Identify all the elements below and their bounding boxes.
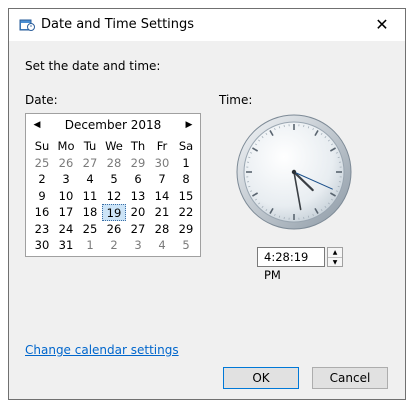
title-bar: Date and Time Settings ✕ bbox=[9, 9, 405, 41]
date-label: Date: bbox=[25, 93, 58, 107]
spin-up-button[interactable]: ▲ bbox=[328, 248, 342, 258]
calendar-day[interactable]: 31 bbox=[54, 237, 78, 254]
calendar-day[interactable]: 2 bbox=[102, 237, 126, 254]
calendar-grid: Su Mo Tu We Th Fr Sa 25 26 27 28 29 30 1 2 3 4 5 6 7 8 9 10 11 1… bbox=[30, 138, 198, 254]
weekday-label: Mo bbox=[57, 139, 75, 153]
chevron-right-icon: ▶ bbox=[185, 120, 193, 130]
close-button[interactable]: ✕ bbox=[359, 9, 405, 41]
calendar-day[interactable]: 29 bbox=[126, 155, 150, 172]
time-input[interactable]: 4:28:19 PM bbox=[257, 247, 325, 282]
calendar-day[interactable]: 4 bbox=[150, 237, 174, 254]
instruction-text: Set the date and time: bbox=[25, 59, 161, 73]
calendar-day[interactable]: 30 bbox=[30, 237, 54, 254]
calendar-day[interactable]: 1 bbox=[78, 237, 102, 254]
calendar-day[interactable]: 27 bbox=[126, 221, 150, 238]
calendar-week-row: 16 17 18 19 20 21 22 bbox=[30, 204, 198, 221]
calendar-day[interactable]: 29 bbox=[174, 221, 198, 238]
calendar-day[interactable]: 15 bbox=[174, 188, 198, 205]
weekday-label: Tu bbox=[83, 139, 97, 153]
calendar-day[interactable]: 30 bbox=[150, 155, 174, 172]
calendar-day[interactable]: 25 bbox=[30, 155, 54, 172]
calendar-day[interactable]: 17 bbox=[54, 204, 78, 221]
ok-button[interactable]: OK bbox=[223, 367, 299, 389]
calendar-day[interactable]: 10 bbox=[54, 188, 78, 205]
cancel-button[interactable]: Cancel bbox=[312, 367, 388, 389]
calendar-day[interactable]: 22 bbox=[174, 204, 198, 221]
analog-clock bbox=[236, 114, 352, 230]
calendar-day[interactable]: 9 bbox=[30, 188, 54, 205]
calendar-day[interactable]: 14 bbox=[150, 188, 174, 205]
calendar-day[interactable]: 4 bbox=[78, 171, 102, 188]
calendar: ◀ December 2018 ▶ Su Mo Tu We Th Fr Sa 25 26 27 28… bbox=[25, 113, 201, 257]
weekday-label: Fr bbox=[156, 139, 168, 153]
calendar-week-row: 23 24 25 26 27 28 29 bbox=[30, 221, 198, 238]
calendar-day[interactable]: 18 bbox=[78, 204, 102, 221]
calendar-day[interactable]: 5 bbox=[102, 171, 126, 188]
calendar-day[interactable]: 8 bbox=[174, 171, 198, 188]
next-month-button[interactable]: ▶ bbox=[182, 118, 196, 132]
calendar-day[interactable]: 21 bbox=[150, 204, 174, 221]
calendar-day[interactable]: 26 bbox=[102, 221, 126, 238]
calendar-clock-icon bbox=[19, 19, 35, 31]
calendar-day[interactable]: 25 bbox=[78, 221, 102, 238]
chevron-left-icon: ◀ bbox=[33, 120, 41, 130]
month-year-title[interactable]: December 2018 bbox=[46, 118, 180, 132]
window-title: Date and Time Settings bbox=[41, 17, 195, 32]
weekday-label: We bbox=[105, 139, 123, 153]
weekday-header-row: Su Mo Tu We Th Fr Sa bbox=[30, 138, 198, 155]
calendar-day[interactable]: 26 bbox=[54, 155, 78, 172]
calendar-day[interactable]: 13 bbox=[126, 188, 150, 205]
calendar-week-row: 25 26 27 28 29 30 1 bbox=[30, 155, 198, 172]
calendar-day[interactable]: 11 bbox=[78, 188, 102, 205]
weekday-label: Su bbox=[34, 139, 50, 153]
date-time-dialog: Date and Time Settings ✕ Set the date an… bbox=[8, 8, 406, 400]
calendar-week-row: 30 31 1 2 3 4 5 bbox=[30, 237, 198, 254]
calendar-week-row: 2345678 bbox=[30, 171, 198, 188]
calendar-day-selected[interactable]: 19 bbox=[102, 204, 126, 221]
close-icon: ✕ bbox=[375, 15, 389, 34]
chevron-up-icon: ▲ bbox=[332, 249, 338, 256]
calendar-day[interactable]: 23 bbox=[30, 221, 54, 238]
calendar-day[interactable]: 3 bbox=[54, 171, 78, 188]
calendar-day[interactable]: 24 bbox=[54, 221, 78, 238]
calendar-day[interactable]: 28 bbox=[150, 221, 174, 238]
calendar-day[interactable]: 16 bbox=[30, 204, 54, 221]
calendar-day[interactable]: 28 bbox=[102, 155, 126, 172]
chevron-down-icon: ▼ bbox=[332, 259, 338, 266]
calendar-day[interactable]: 2 bbox=[30, 171, 54, 188]
weekday-label: Th bbox=[130, 139, 146, 153]
calendar-header: ◀ December 2018 ▶ bbox=[26, 114, 200, 136]
calendar-day[interactable]: 27 bbox=[78, 155, 102, 172]
time-label: Time: bbox=[219, 93, 253, 107]
calendar-day[interactable]: 3 bbox=[126, 237, 150, 254]
calendar-day[interactable]: 1 bbox=[174, 155, 198, 172]
calendar-week-row: 9 10 11 12 13 14 15 bbox=[30, 188, 198, 205]
calendar-day[interactable]: 12 bbox=[102, 188, 126, 205]
calendar-day[interactable]: 7 bbox=[150, 171, 174, 188]
calendar-day[interactable]: 6 bbox=[126, 171, 150, 188]
calendar-day[interactable]: 5 bbox=[174, 237, 198, 254]
prev-month-button[interactable]: ◀ bbox=[30, 118, 44, 132]
calendar-day[interactable]: 20 bbox=[126, 204, 150, 221]
time-spinner[interactable]: ▲ ▼ bbox=[327, 247, 343, 267]
spin-down-button[interactable]: ▼ bbox=[328, 258, 342, 267]
change-calendar-settings-link[interactable]: Change calendar settings bbox=[25, 343, 179, 357]
weekday-label: Sa bbox=[178, 139, 194, 153]
